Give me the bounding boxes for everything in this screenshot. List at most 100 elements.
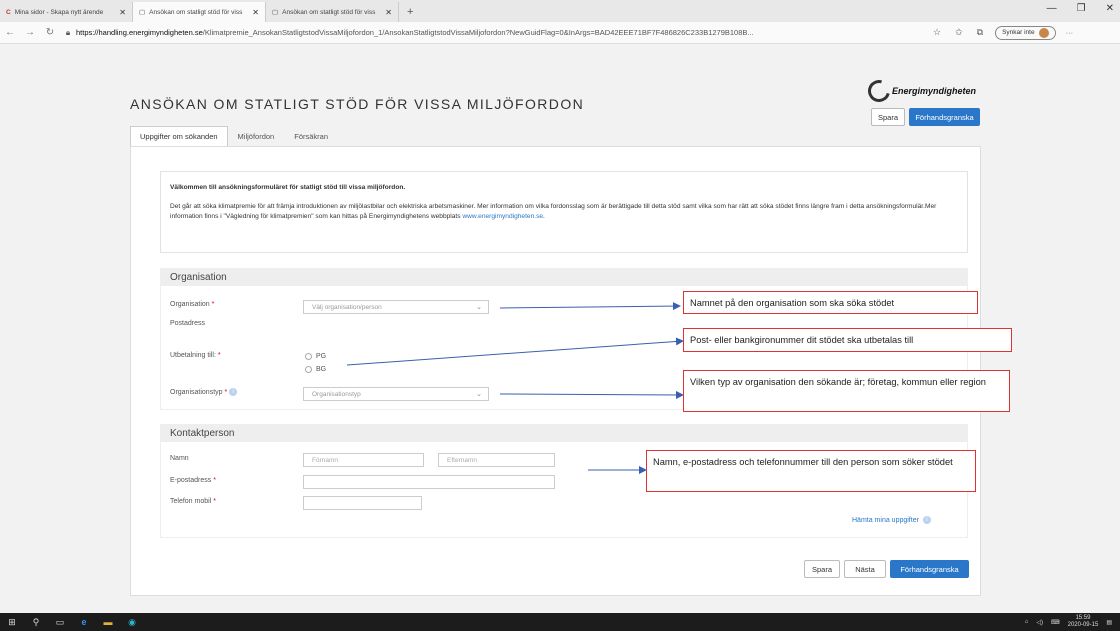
- energimyndigheten-link[interactable]: www.energimyndigheten.se: [462, 213, 543, 220]
- phone-input[interactable]: [303, 496, 422, 510]
- browser-tab-label: Mina sidor - Skapa nytt ärende: [14, 8, 104, 16]
- chevron-down-icon: ⌄: [476, 304, 482, 311]
- more-icon[interactable]: ···: [1066, 28, 1074, 37]
- windows-start-icon[interactable]: ⊞: [0, 613, 24, 631]
- required-marker: *: [211, 498, 216, 505]
- callout-organisation: Namnet på den organisation som ska söka …: [683, 291, 978, 314]
- edge-icon[interactable]: ◉: [120, 613, 144, 631]
- intro-suffix: .: [543, 213, 545, 220]
- page-icon: ▢: [272, 9, 279, 16]
- footer-save-button[interactable]: Spara: [804, 560, 840, 578]
- favorites-bar-icon[interactable]: ✩: [955, 27, 963, 38]
- network-icon[interactable]: ⌂: [1025, 619, 1029, 625]
- chevron-down-icon: ⌄: [476, 391, 482, 398]
- url-path: /Klimatpremie_AnsokanStatligtstodVissaMi…: [202, 28, 754, 37]
- sync-label: Synkar inte: [1002, 29, 1035, 36]
- tab-forsakran[interactable]: Försäkran: [284, 126, 338, 147]
- footer-next-button[interactable]: Nästa: [844, 560, 886, 578]
- organisation-label: Organisation *: [170, 301, 214, 308]
- keyboard-icon[interactable]: ⌨: [1051, 619, 1060, 626]
- payment-radio-bg[interactable]: BG: [305, 366, 326, 373]
- clock[interactable]: 15:59 2020-09-15: [1068, 615, 1099, 629]
- phone-label-text: Telefon mobil: [170, 498, 212, 505]
- back-icon[interactable]: ←: [0, 27, 20, 38]
- name-label: Namn: [170, 455, 189, 462]
- browser-tab-label: Ansökan om statligt stöd för viss: [282, 8, 376, 16]
- required-marker: *: [209, 301, 215, 308]
- notification-icon[interactable]: ▤: [1106, 619, 1112, 626]
- minimize-icon[interactable]: —: [1047, 3, 1057, 14]
- avatar: [1038, 27, 1049, 38]
- energimyndigheten-logo: Energimyndigheten: [863, 75, 977, 107]
- info-icon: i: [922, 516, 931, 524]
- payment-radio-pg[interactable]: PG: [305, 353, 326, 360]
- tab-miljofordon[interactable]: Miljöfordon: [228, 126, 285, 147]
- radio-button-icon[interactable]: [305, 353, 312, 360]
- orgtype-label: Organisationstyp * i: [170, 388, 238, 396]
- firstname-input[interactable]: Förnamn: [303, 453, 424, 467]
- footer-preview-button[interactable]: Förhandsgranska: [890, 560, 969, 578]
- tab-uppgifter-om-sokanden[interactable]: Uppgifter om sökanden: [130, 126, 228, 147]
- contact-heading: Kontaktperson: [160, 424, 968, 442]
- logo-text: Energimyndigheten: [892, 86, 977, 96]
- close-icon[interactable]: ✕: [385, 8, 392, 17]
- lastname-input[interactable]: Efternamn: [438, 453, 555, 467]
- intro-text: Det går att söka klimatpremie för att fr…: [170, 202, 958, 222]
- file-explorer-icon[interactable]: ▬: [96, 613, 120, 631]
- save-button[interactable]: Spara: [871, 108, 905, 126]
- payment-label: Utbetalning till: *: [170, 352, 221, 359]
- page-title: ANSÖKAN OM STATLIGT STÖD FÖR VISSA MILJÖ…: [130, 96, 585, 112]
- payment-label-text: Utbetalning till:: [170, 352, 216, 359]
- postaddress-label: Postadress: [170, 320, 206, 327]
- sync-button[interactable]: Synkar inte: [995, 25, 1056, 40]
- refresh-icon[interactable]: ↻: [40, 27, 60, 38]
- organisation-select[interactable]: Välj organisation/person ⌄: [303, 300, 489, 314]
- collections-icon[interactable]: ⧉: [977, 27, 983, 38]
- orgtype-label-text: Organisationstyp: [170, 388, 223, 396]
- maximize-icon[interactable]: ❐: [1077, 3, 1086, 14]
- new-tab-button[interactable]: +: [399, 2, 421, 22]
- clock-time: 15:59: [1075, 615, 1091, 621]
- system-tray: ⌂ ◁) ⌨ 15:59 2020-09-15 ▤: [1025, 613, 1112, 631]
- intro-box: Välkommen till ansökningsformuläret för …: [160, 171, 968, 253]
- forward-icon[interactable]: →: [20, 27, 40, 38]
- browser-tab-2[interactable]: ▢ Ansökan om statligt stöd för viss ✕: [133, 2, 266, 22]
- close-window-icon[interactable]: ✕: [1106, 3, 1114, 14]
- browser-tab-3[interactable]: ▢ Ansökan om statligt stöd för viss ✕: [266, 2, 399, 22]
- callout-contact: Namn, e-postadress och telefonnummer til…: [646, 450, 976, 492]
- logo-mark-icon: [863, 75, 895, 107]
- radio-button-icon[interactable]: [305, 366, 312, 373]
- required-marker: *: [222, 388, 228, 396]
- info-icon[interactable]: i: [229, 388, 238, 396]
- organisation-heading: Organisation: [160, 268, 968, 286]
- email-label: E-postadress *: [170, 477, 216, 484]
- required-marker: *: [215, 352, 221, 359]
- radio-label: PG: [316, 353, 327, 360]
- email-input[interactable]: [303, 475, 555, 489]
- browser-tab-1[interactable]: C Mina sidor - Skapa nytt ärende ✕: [0, 2, 133, 22]
- callout-orgtype: Vilken typ av organisation den sökande ä…: [683, 370, 1010, 412]
- intro-welcome: Välkommen till ansökningsformuläret för …: [170, 184, 406, 191]
- browser-tab-label: Ansökan om statligt stöd för viss: [149, 8, 243, 16]
- browser-tabbar: C Mina sidor - Skapa nytt ärende ✕ ▢ Ans…: [0, 0, 1120, 22]
- close-icon[interactable]: ✕: [119, 8, 126, 17]
- edge-legacy-icon[interactable]: e: [72, 613, 96, 631]
- organisation-select-value: Välj organisation/person: [312, 303, 382, 311]
- fetch-label: Hämta mina uppgifter: [852, 516, 919, 524]
- lock-icon[interactable]: 🔒︎: [60, 28, 76, 38]
- required-marker: *: [211, 477, 216, 484]
- orgtype-select[interactable]: Organisationstyp ⌄: [303, 387, 489, 401]
- favorite-star-icon[interactable]: ☆: [933, 27, 941, 38]
- address-bar: ← → ↻ 🔒︎ https://handling.energimyndighe…: [0, 22, 1120, 44]
- url-field[interactable]: https://handling.energimyndigheten.se/Kl…: [76, 28, 921, 37]
- intro-body: Det går att söka klimatpremie för att fr…: [170, 203, 937, 220]
- preview-button[interactable]: Förhandsgranska: [909, 108, 980, 126]
- fetch-my-details-link[interactable]: Hämta mina uppgifter i: [852, 516, 931, 524]
- volume-icon[interactable]: ◁): [1036, 619, 1043, 626]
- phone-label: Telefon mobil *: [170, 498, 216, 505]
- close-icon[interactable]: ✕: [252, 8, 259, 17]
- callout-payment: Post- eller bankgironummer dit stödet sk…: [683, 328, 1012, 352]
- search-icon[interactable]: ⚲: [24, 613, 48, 631]
- task-view-icon[interactable]: ▭: [48, 613, 72, 631]
- radio-label: BG: [316, 366, 327, 373]
